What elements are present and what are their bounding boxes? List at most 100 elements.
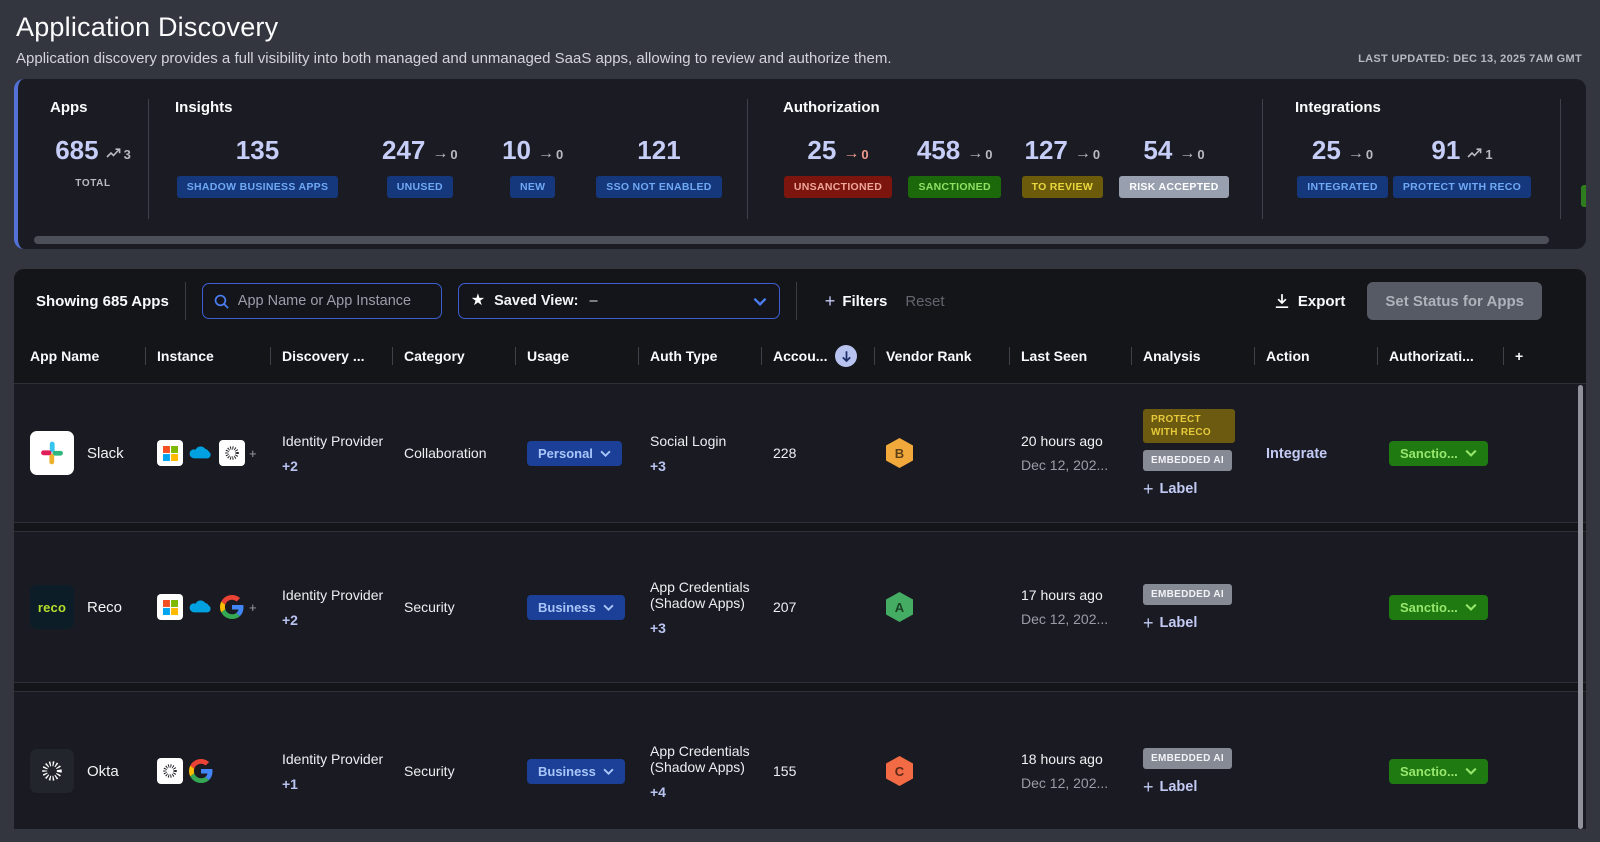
analysis-badge[interactable]: PROTECT WITH RECO — [1143, 409, 1235, 443]
col-usage[interactable]: Usage — [527, 333, 650, 379]
auth-type-more[interactable]: +3 — [650, 620, 759, 636]
filters-button[interactable]: + Filters — [825, 293, 888, 310]
metric-badge[interactable]: PROTECT WITH RECO — [1393, 176, 1531, 198]
app-search — [202, 283, 442, 319]
trend-to-zero: →0 — [1179, 147, 1204, 164]
salesforce-icon[interactable] — [188, 440, 214, 466]
plus-icon: + — [1143, 615, 1154, 631]
metric-badge[interactable]: RISK ACCEPTED — [1119, 176, 1228, 198]
metric-badge[interactable]: UNUSED — [387, 176, 453, 198]
table-row[interactable]: Okta Identity Provider +1 Security Busin… — [14, 691, 1586, 829]
microsoft-icon[interactable] — [157, 594, 183, 620]
metric-badge[interactable]: TO REVIEW — [1022, 176, 1103, 198]
usage-dropdown[interactable]: Business — [527, 595, 625, 620]
authorization-dropdown[interactable]: Sanctio... — [1389, 595, 1488, 620]
col-vendor-rank[interactable]: Vendor Rank — [886, 333, 1021, 379]
table-header-row: App Name Instance Discovery ... Category… — [14, 333, 1586, 379]
metric-value: 127 — [1025, 136, 1068, 164]
search-icon — [213, 293, 230, 310]
authorization-dropdown[interactable]: Sanctio... — [1389, 441, 1488, 466]
add-label-button[interactable]: + Label — [1143, 615, 1197, 631]
more-instances[interactable]: + — [249, 600, 257, 615]
col-analysis[interactable]: Analysis — [1143, 333, 1266, 379]
trend-to-zero: →0 — [843, 147, 868, 164]
add-label-button[interactable]: + Label — [1143, 481, 1197, 497]
set-status-button[interactable]: Set Status for Apps — [1367, 282, 1542, 320]
metric-badge[interactable]: SHADOW BUSINESS APPS — [177, 176, 339, 198]
auth-type-more[interactable]: +4 — [650, 784, 759, 800]
auth-type: App Credentials (Shadow Apps) — [650, 579, 759, 611]
add-label-button[interactable]: + Label — [1143, 779, 1197, 795]
table-row[interactable]: Slack + Identity Provider +2 Collaborati… — [14, 383, 1586, 523]
chevron-down-icon — [600, 450, 611, 457]
metric-badge[interactable]: INTEGRATED — [1297, 176, 1387, 198]
trend-to-zero: →0 — [538, 147, 563, 164]
trend-to-zero: →0 — [967, 147, 992, 164]
metric-badge[interactable]: SANCTIONED — [908, 176, 1000, 198]
last-seen-date: Dec 12, 202... — [1021, 775, 1129, 791]
usage-dropdown[interactable]: Personal — [527, 441, 622, 466]
arrow-right-icon: → — [967, 147, 983, 161]
reset-button[interactable]: Reset — [905, 293, 944, 310]
col-authorization[interactable]: Authorizati... — [1389, 333, 1515, 379]
table-vertical-scrollbar[interactable] — [1578, 385, 1583, 829]
table-row[interactable]: reco Reco + Identity Provider +2 — [14, 531, 1586, 683]
microsoft-icon[interactable] — [157, 440, 183, 466]
discovery-more[interactable]: +2 — [282, 458, 390, 474]
last-seen: 18 hours ago — [1021, 751, 1129, 767]
category: Collaboration — [404, 445, 527, 461]
google-icon[interactable] — [219, 594, 245, 620]
page-title: Application Discovery — [16, 12, 892, 43]
analysis-badge[interactable]: EMBEDDED AI — [1143, 748, 1232, 769]
auth-type: App Credentials (Shadow Apps) — [650, 743, 759, 775]
metric-badge[interactable]: SSO NOT ENABLED — [596, 176, 721, 198]
usage-dropdown[interactable]: Business — [527, 759, 625, 784]
discovery-more[interactable]: +1 — [282, 776, 390, 792]
export-label: Export — [1298, 293, 1346, 310]
discovery-more[interactable]: +2 — [282, 612, 390, 628]
col-app-name[interactable]: App Name — [30, 333, 157, 379]
saved-view-select[interactable]: ★ Saved View: – — [458, 283, 780, 319]
vendor-rank-badge: B — [886, 438, 913, 468]
metric-sanctioned: 458 →0 SANCTIONED — [905, 132, 1005, 198]
col-accounts[interactable]: Accou... — [773, 333, 886, 379]
authorization-dropdown[interactable]: Sanctio... — [1389, 759, 1488, 784]
export-button[interactable]: Export — [1274, 293, 1346, 310]
col-auth-type[interactable]: Auth Type — [650, 333, 773, 379]
col-action[interactable]: Action — [1266, 333, 1389, 379]
plus-icon: + — [825, 293, 836, 309]
search-input[interactable] — [238, 293, 431, 309]
analysis-badge[interactable]: EMBEDDED AI — [1143, 450, 1232, 471]
col-instance[interactable]: Instance — [157, 333, 282, 379]
metric-total-apps: 685 3 TOTAL — [50, 132, 136, 189]
arrow-right-icon: → — [1348, 147, 1364, 161]
saved-view-label: Saved View: — [494, 293, 578, 309]
col-last-seen[interactable]: Last Seen — [1021, 333, 1143, 379]
okta-icon[interactable] — [219, 440, 245, 466]
star-icon: ★ — [471, 293, 485, 309]
add-column-button[interactable]: + — [1515, 333, 1586, 379]
category: Security — [404, 763, 527, 779]
discovery-method: Identity Provider — [282, 587, 390, 603]
metric-badge[interactable]: NEW — [510, 176, 555, 198]
page-header: Application Discovery Application discov… — [0, 0, 1600, 67]
metric-value: 25 — [807, 136, 836, 164]
sort-descending-icon[interactable] — [835, 345, 857, 367]
accounts-count: 155 — [773, 763, 886, 779]
filters-label: Filters — [842, 293, 887, 310]
okta-icon[interactable] — [157, 758, 183, 784]
okta-logo — [30, 749, 74, 793]
col-category[interactable]: Category — [404, 333, 527, 379]
col-discovery[interactable]: Discovery ... — [282, 333, 404, 379]
metric-badge[interactable]: UNSANCTIONED — [784, 176, 892, 198]
apps-table-card: Showing 685 Apps ★ Saved View: – + Filte… — [14, 269, 1586, 829]
integrate-action[interactable]: Integrate — [1266, 446, 1327, 462]
analysis-badge[interactable]: EMBEDDED AI — [1143, 584, 1232, 605]
divider — [1262, 99, 1263, 219]
more-instances[interactable]: + — [249, 446, 257, 461]
slack-logo — [30, 431, 74, 475]
stats-horizontal-scrollbar[interactable] — [34, 236, 1564, 244]
salesforce-icon[interactable] — [188, 594, 214, 620]
auth-type-more[interactable]: +3 — [650, 458, 759, 474]
google-icon[interactable] — [188, 758, 214, 784]
